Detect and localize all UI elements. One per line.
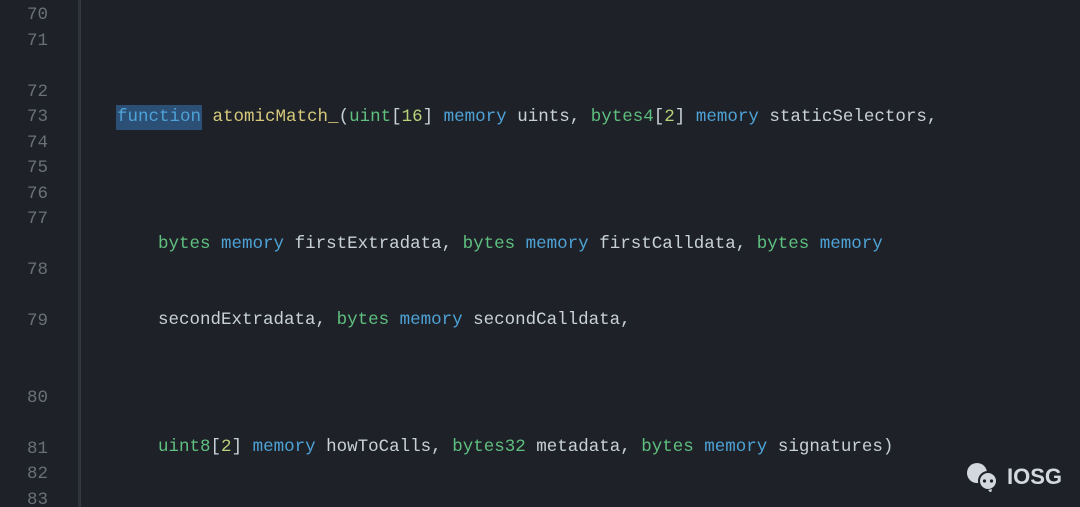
line-number: 74 (0, 131, 48, 157)
line-number: 79 (0, 309, 48, 386)
line-number: 77 (0, 207, 48, 258)
line-number: 83 (0, 488, 48, 507)
watermark: IOSG (965, 461, 1062, 493)
line-number: 76 (0, 182, 48, 208)
code-line: bytes memory firstExtradata, bytes memor… (116, 232, 1080, 258)
line-number: 81 (0, 437, 48, 463)
line-number: 80 (0, 386, 48, 437)
code-line: function atomicMatch_(uint[16] memory ui… (116, 105, 1080, 131)
line-number: 73 (0, 105, 48, 131)
line-number-gutter: 70 71 72 73 74 75 76 77 78 79 80 81 82 8… (0, 0, 58, 507)
selection: function (116, 105, 202, 130)
indent-guide (80, 0, 116, 507)
line-number: 78 (0, 258, 48, 309)
chat-bubbles-icon (965, 462, 999, 492)
code-editor: 70 71 72 73 74 75 76 77 78 79 80 81 82 8… (0, 0, 1080, 507)
line-number: 75 (0, 156, 48, 182)
code-area[interactable]: function atomicMatch_(uint[16] memory ui… (116, 0, 1080, 507)
line-number: 70 (0, 3, 48, 29)
fold-strip (58, 0, 80, 507)
code-line: uint8[2] memory howToCalls, bytes32 meta… (116, 435, 1080, 461)
code-line-wrap: secondExtradata, bytes memory secondCall… (116, 308, 1080, 334)
line-number: 82 (0, 462, 48, 488)
line-number: 72 (0, 80, 48, 106)
line-number: 71 (0, 29, 48, 80)
watermark-text: IOSG (1007, 461, 1062, 493)
